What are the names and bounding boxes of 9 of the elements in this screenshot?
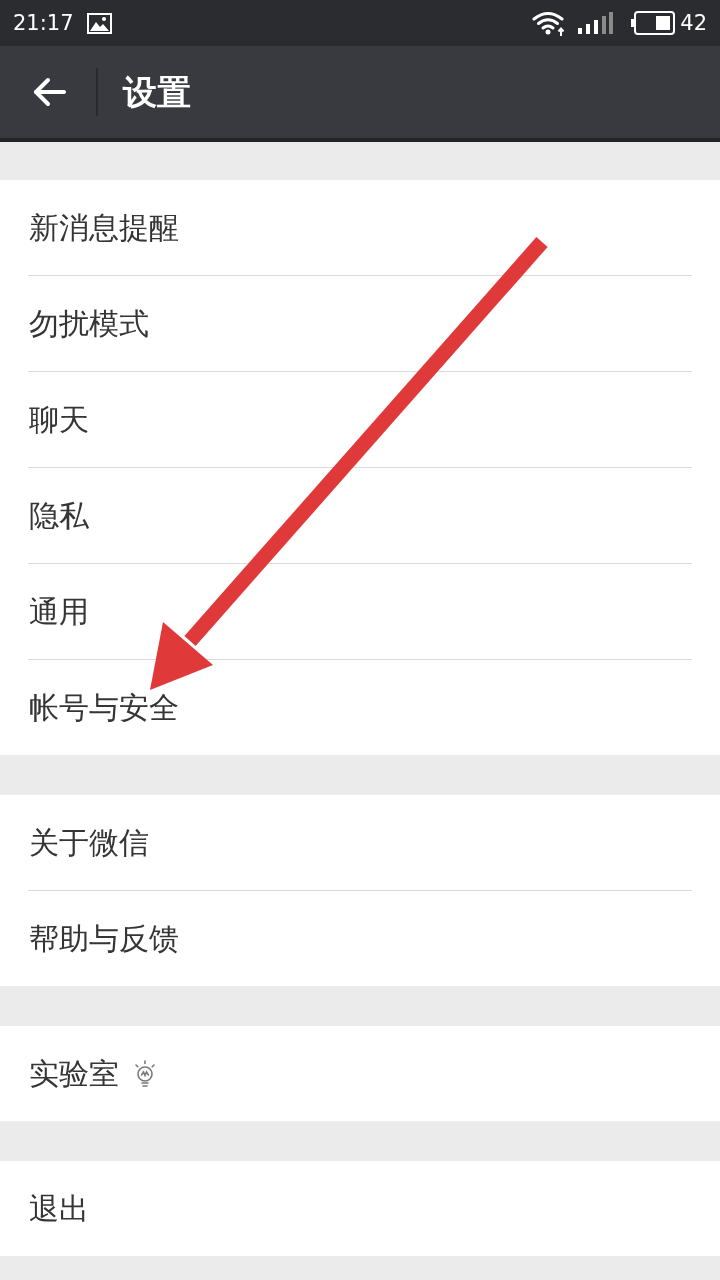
battery-percentage: 42 (680, 12, 707, 34)
back-arrow-icon (33, 77, 67, 107)
page-title: 设置 (123, 70, 191, 114)
battery-icon (631, 11, 676, 35)
lightbulb-icon (133, 1059, 157, 1088)
image-icon (86, 12, 112, 34)
status-time: 21:17 (13, 12, 74, 34)
signal-icon (578, 12, 614, 34)
wifi-icon (532, 10, 567, 36)
